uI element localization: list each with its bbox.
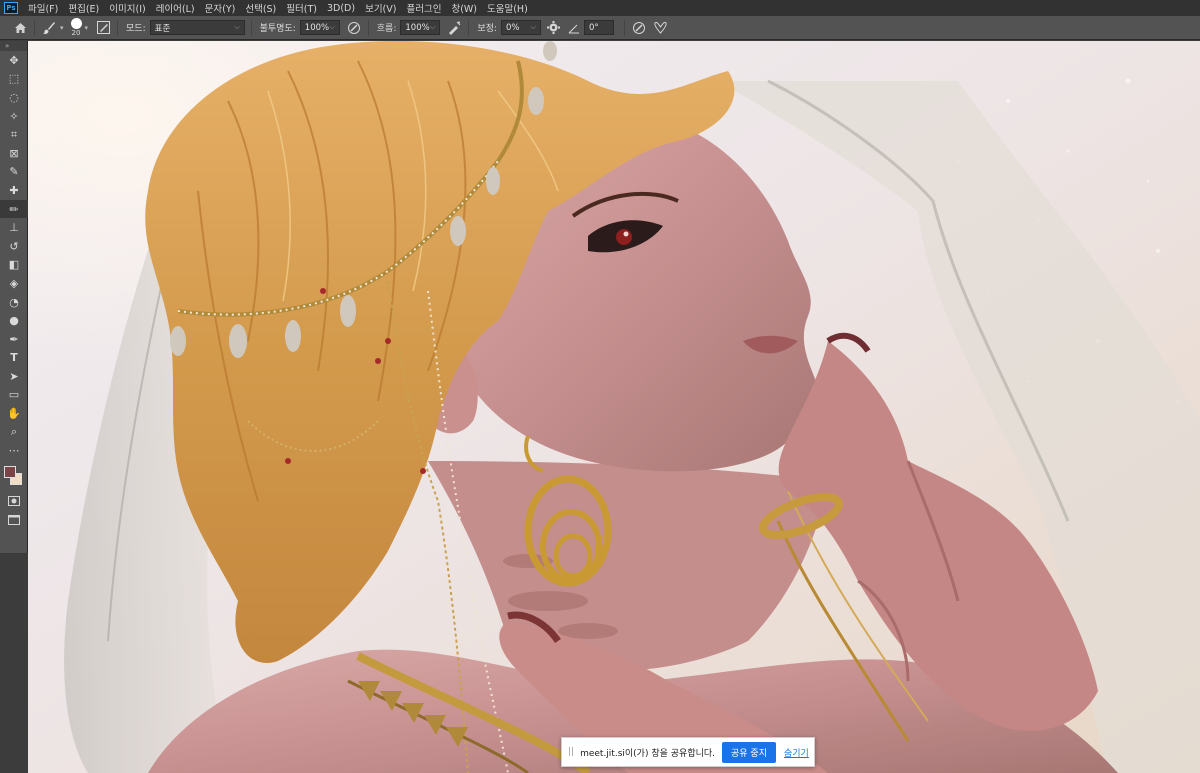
opacity-input[interactable]: 100% ⌵ [299,20,340,35]
menu-type[interactable]: 문자(Y) [201,1,242,15]
foreground-color-swatch[interactable] [4,466,16,479]
menu-image[interactable]: 이미지(I) [105,1,151,15]
mode-value: 표준 [154,23,171,34]
menu-plugins[interactable]: 플러그인 [402,1,447,15]
brush-tip-icon [70,18,82,29]
menu-help[interactable]: 도움말(H) [483,1,534,15]
healing-brush-tool-icon[interactable]: ✚ [0,181,28,200]
menu-bar: Ps 파일(F) 편집(E) 이미지(I) 레이어(L) 문자(Y) 선택(S)… [0,0,1200,16]
clone-stamp-tool-icon[interactable]: ⊥ [0,218,28,237]
share-message: meet.jit.si이(가) 창을 공유합니다. [580,748,716,759]
symmetry-icon[interactable] [653,20,669,36]
flow-chevron-icon: ⌵ [430,23,436,31]
menu-3d[interactable]: 3D(D) [323,3,361,14]
crop-tool-icon[interactable]: ⌗ [0,125,28,144]
angle-value: 0° [588,22,599,33]
move-tool-icon[interactable]: ✥ [0,51,28,70]
marquee-tool-icon[interactable]: ⬚ [0,70,28,89]
flow-value: 100% [405,22,430,33]
tools-panel: » ✥ ⬚ ◌ ✧ ⌗ ⊠ ✎ ✚ ✏ ⊥ ↺ ◧ ◈ ◔ ● ✒ T ➤ ▭ … [0,41,28,553]
divider [623,19,625,36]
hand-tool-icon[interactable]: ✋ [0,404,28,423]
brush-preset-icon[interactable] [41,20,57,36]
screen-share-banner: || meet.jit.si이(가) 창을 공유합니다. 공유 중지 숨기기 [561,737,815,767]
history-brush-tool-icon[interactable]: ↺ [0,237,28,256]
flow-label: 흐름: [376,24,397,34]
size-pressure-icon[interactable] [631,20,647,36]
brush-size-value: 20 [71,29,81,37]
path-selection-tool-icon[interactable]: ➤ [0,367,28,386]
artwork-illustration [28,41,1200,773]
mode-select[interactable]: 표준 ⌵ [149,20,245,35]
more-tools-icon[interactable]: ⋯ [0,441,28,460]
angle-icon [566,20,582,36]
airbrush-icon[interactable] [446,20,462,36]
home-icon[interactable] [12,20,28,36]
options-bar: ▾ 20 ▾ 모드: 표준 ⌵ 불투명도: 100% ⌵ 흐름: 100% ⌵ [0,16,1200,40]
photoshop-logo-icon: Ps [4,2,18,14]
divider [34,19,35,36]
divider [250,19,252,36]
dodge-tool-icon[interactable]: ● [0,311,28,330]
flow-input[interactable]: 100% ⌵ [400,20,441,35]
zoom-tool-icon[interactable]: ⌕ [0,423,28,442]
pen-tool-icon[interactable]: ✒ [0,330,28,349]
lasso-tool-icon[interactable]: ◌ [0,88,28,107]
mode-label: 모드: [126,24,146,34]
opacity-label: 불투명도: [259,24,296,34]
stop-sharing-button[interactable]: 공유 중지 [722,741,776,763]
menu-filter[interactable]: 필터(T) [282,1,323,15]
menu-window[interactable]: 창(W) [447,1,483,15]
hide-link[interactable]: 숨기기 [784,746,809,759]
menu-select[interactable]: 선택(S) [241,1,282,15]
smoothing-label: 보정: [477,24,497,34]
divider [468,19,470,36]
divider [367,19,369,36]
gear-icon[interactable] [546,20,562,36]
document-canvas[interactable] [28,41,1200,773]
blur-tool-icon[interactable]: ◔ [0,293,28,312]
brush-size-chevron-icon[interactable]: ▾ [85,24,89,32]
divider [117,19,119,36]
mode-chevron-icon: ⌵ [234,23,240,31]
photoshop-window: Ps 파일(F) 편집(E) 이미지(I) 레이어(L) 문자(Y) 선택(S)… [0,0,1200,773]
brush-settings-panel-icon[interactable] [95,20,111,36]
type-tool-icon[interactable]: T [0,349,28,368]
tools-panel-collapse[interactable]: » [0,41,27,51]
eyedropper-tool-icon[interactable]: ✎ [0,163,28,182]
screen-mode-icon[interactable] [0,511,28,530]
angle-input[interactable]: 0° [583,20,614,35]
menu-edit[interactable]: 편집(E) [64,1,105,15]
rectangle-tool-icon[interactable]: ▭ [0,386,28,405]
opacity-value: 100% [304,22,330,33]
menu-layer[interactable]: 레이어(L) [152,1,201,15]
menu-view[interactable]: 보기(V) [361,1,402,15]
color-swatches [0,460,28,492]
drag-handle-icon[interactable]: || [568,747,574,757]
brush-tool-icon[interactable]: ✏ [0,199,28,219]
opacity-chevron-icon: ⌵ [329,23,335,31]
brush-size-picker[interactable]: 20 [70,18,82,37]
eraser-tool-icon[interactable]: ◧ [0,256,28,275]
smoothing-input[interactable]: 0% ⌵ [500,20,541,35]
paint-bucket-tool-icon[interactable]: ◈ [0,274,28,293]
opacity-pressure-icon[interactable] [346,20,362,36]
menu-file[interactable]: 파일(F) [24,1,64,15]
brush-preset-chevron-icon[interactable]: ▾ [60,24,64,32]
smoothing-chevron-icon: ⌵ [530,23,536,31]
smoothing-value: 0% [505,22,520,33]
quick-mask-icon[interactable] [0,492,28,511]
frame-tool-icon[interactable]: ⊠ [0,144,28,163]
magic-wand-tool-icon[interactable]: ✧ [0,107,28,126]
